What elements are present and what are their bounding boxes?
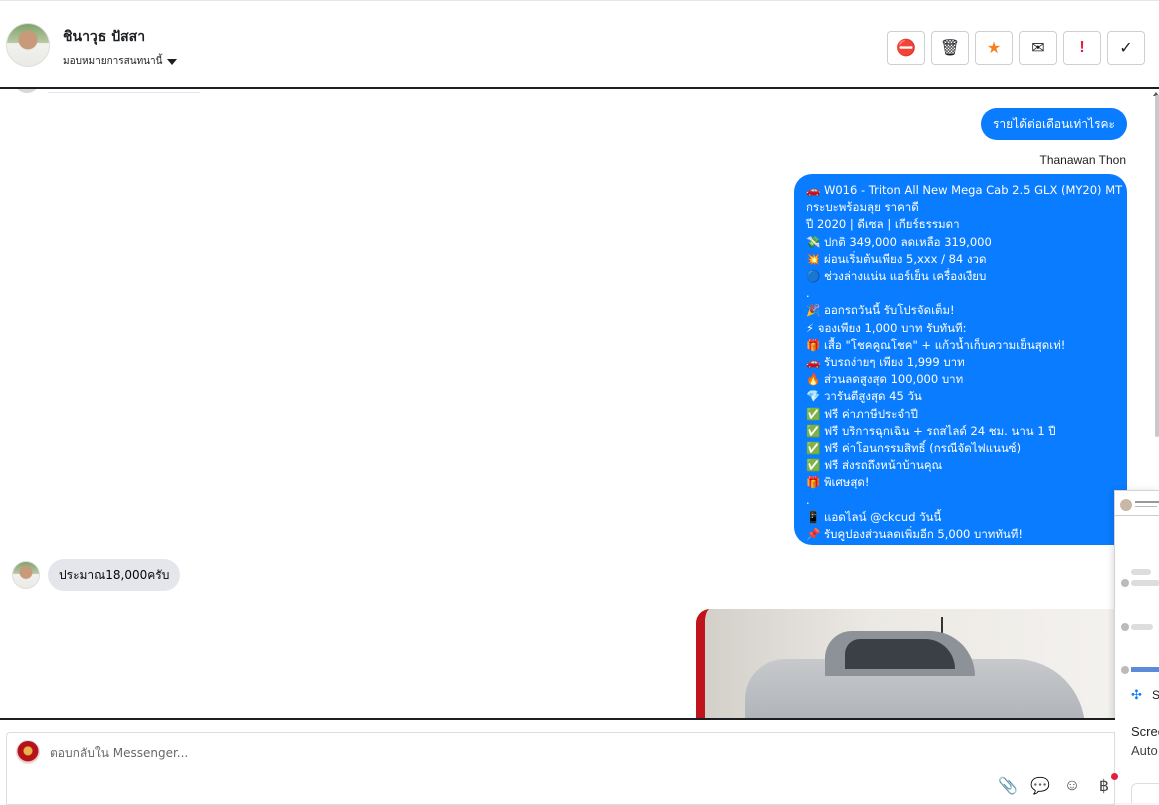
- message-thread[interactable]: รายได้ต่อเดือนเท่าไรคะ Thanawan Thon 🚗 W…: [0, 89, 1159, 718]
- page-avatar: [16, 740, 40, 764]
- panel-letter: S: [1152, 688, 1159, 702]
- puzzle-icon: ✣: [1131, 687, 1142, 702]
- mini-message: [1131, 624, 1153, 630]
- scrollbar[interactable]: [1155, 95, 1159, 437]
- mark-unread-button[interactable]: ✉: [1019, 31, 1057, 65]
- partial-message: [48, 89, 200, 93]
- photo-truck-window: [845, 639, 955, 669]
- mini-message: [1131, 569, 1151, 575]
- panel-card: [1131, 783, 1159, 803]
- payment-button[interactable]: ฿: [1094, 773, 1118, 796]
- reply-input[interactable]: [50, 746, 750, 760]
- panel-line-1: Scree: [1131, 724, 1159, 739]
- message-line: ปี 2020 | ดีเซล | เกียร์ธรรมดา: [806, 217, 960, 232]
- message-line: 💥 ผ่อนเริ่มต้นเพียง 5,xxx / 84 งวด: [806, 251, 987, 266]
- message-line: 📱 แอดไลน์ @ckcud วันนี้: [806, 509, 942, 524]
- message-line: 🚗 W016 - Triton All New Mega Cab 2.5 GLX…: [806, 183, 1123, 197]
- mini-avatar: [1120, 499, 1132, 511]
- message-line: 🔵 ช่วงล่างแน่น แอร์เย็น เครื่องเงียบ: [806, 269, 987, 284]
- mini-divider: [1115, 515, 1159, 516]
- paperclip-icon: 📎: [998, 778, 1018, 795]
- block-icon: ⛔: [896, 40, 916, 57]
- message-line: ✅ ฟรี ค่าภาษีประจำปี: [806, 406, 918, 421]
- assign-label: มอบหมายการสนทนานี้: [63, 56, 163, 67]
- caret-down-icon: [167, 58, 178, 65]
- message-line: .: [806, 286, 810, 301]
- message-line: 🔥 ส่วนลดสูงสุด 100,000 บาท: [806, 372, 964, 387]
- car-photo-attachment[interactable]: [696, 609, 1127, 718]
- composer-tools: 📎 💬 ☺ ฿: [998, 773, 1118, 796]
- message-line: ✅ ฟรี บริการฉุกเฉิน + รถสไลด์ 24 ชม. นาน…: [806, 423, 1056, 438]
- message-line: 💎 วารันตีสูงสุด 45 วัน: [806, 389, 922, 404]
- chat-bubble-icon: 💬: [1030, 778, 1050, 795]
- saved-replies-button[interactable]: 💬: [1030, 776, 1050, 796]
- outgoing-message[interactable]: รายได้ต่อเดือนเท่าไรคะ: [980, 108, 1127, 140]
- exclamation-icon: !: [1079, 39, 1085, 56]
- star-button[interactable]: ★: [975, 31, 1013, 65]
- message-line: .: [806, 492, 810, 507]
- check-icon: ✓: [1119, 40, 1133, 57]
- smiley-icon: ☺: [1063, 777, 1081, 794]
- panel-line-2: Auto: [1131, 743, 1158, 758]
- attach-button[interactable]: 📎: [998, 776, 1018, 796]
- star-icon: ★: [986, 40, 1002, 57]
- done-button[interactable]: ✓: [1107, 31, 1145, 65]
- message-line: 🎉 ออกรถวันนี้ รับโปรจัดเต็ม!: [806, 303, 955, 318]
- contact-name[interactable]: ชินาวุธ ปัสสา: [63, 26, 145, 48]
- message-line: 🎁 เสื้อ "โชคคูณโชค" + แก้วน้ำเก็บความเย็…: [806, 337, 1066, 352]
- mini-avatar: [1121, 623, 1129, 631]
- message-line: ✅ ฟรี ค่าโอนกรรมสิทธิ์ (กรณีจัดไฟแนนซ์): [806, 441, 1022, 456]
- composer-box: [6, 732, 1115, 805]
- mini-message: [1131, 580, 1159, 586]
- message-line: กระบะพร้อมลุย ราคาดี: [806, 200, 919, 215]
- notification-dot: [1111, 773, 1118, 780]
- partial-avatar: [14, 89, 40, 93]
- contact-avatar[interactable]: [6, 23, 50, 67]
- spam-button[interactable]: ⛔: [887, 31, 925, 65]
- conversation-header: ชินาวุธ ปัสสา มอบหมายการสนทนานี้ ⛔ 🗑 ★ ✉…: [0, 3, 1159, 89]
- follow-up-button[interactable]: !: [1063, 31, 1101, 65]
- message-line: ⚡ จองเพียง 1,000 บาท รับทันที:: [806, 320, 967, 335]
- outgoing-long-message[interactable]: 🚗 W016 - Triton All New Mega Cab 2.5 GLX…: [794, 174, 1127, 545]
- trash-icon: 🗑: [939, 40, 961, 57]
- mini-subtitle: [1135, 506, 1157, 507]
- message-line: 📌 รับคูปองส่วนลดเพิ่มอีก 5,000 บาททันที!: [806, 527, 1023, 542]
- emoji-button[interactable]: ☺: [1062, 776, 1082, 796]
- envelope-icon: ✉: [1031, 40, 1045, 57]
- trash-button[interactable]: 🗑: [931, 31, 969, 65]
- baht-icon: ฿: [1098, 778, 1110, 795]
- mini-avatar: [1121, 579, 1129, 587]
- sender-name: Thanawan Thon: [1039, 153, 1126, 167]
- contact-avatar-small[interactable]: [12, 561, 40, 589]
- reply-composer: 📎 💬 ☺ ฿: [0, 718, 1118, 805]
- message-line: 🎁 พิเศษสุด!: [806, 475, 870, 490]
- assign-conversation-dropdown[interactable]: มอบหมายการสนทนานี้: [63, 54, 178, 69]
- header-actions: ⛔ 🗑 ★ ✉ ! ✓: [887, 31, 1145, 65]
- incoming-message[interactable]: ประมาณ18,000ครับ: [48, 559, 181, 591]
- message-line: 🚗 รับรถง่ายๆ เพียง 1,999 บาท: [806, 355, 965, 370]
- mini-highlight: [1131, 667, 1159, 672]
- mini-avatar: [1121, 666, 1129, 674]
- message-line: ✅ ฟรี ส่งรถถึงหน้าบ้านคุณ: [806, 458, 943, 473]
- mini-title: [1135, 501, 1159, 503]
- floating-screenshot-panel[interactable]: ✣ S Scree Auto: [1114, 490, 1159, 803]
- incoming-message-row: ประมาณ18,000ครับ: [12, 559, 181, 591]
- message-line: 💸 ปกติ 349,000 ลดเหลือ 319,000: [806, 234, 992, 249]
